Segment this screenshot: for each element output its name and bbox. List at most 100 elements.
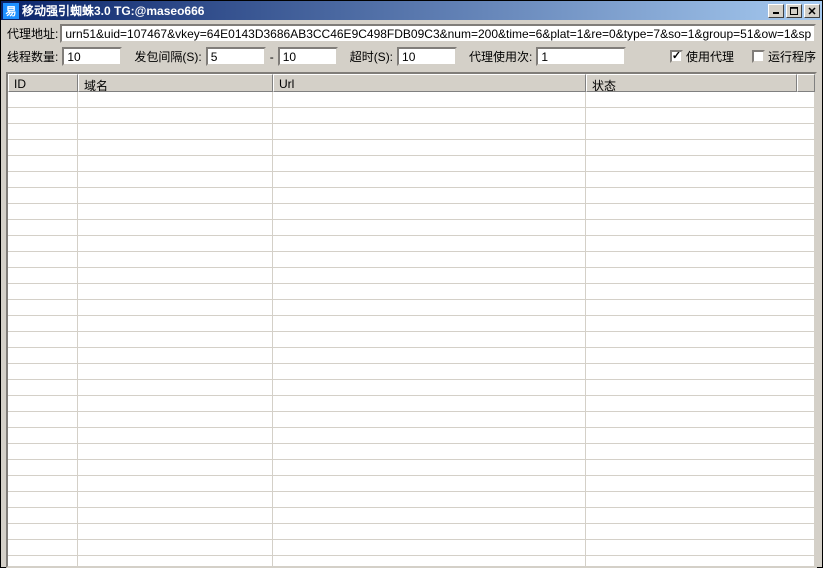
column-id[interactable]: ID	[8, 74, 78, 92]
table-row[interactable]	[8, 316, 815, 332]
cell-url	[273, 300, 586, 315]
cell-status	[586, 524, 815, 539]
table-row[interactable]	[8, 380, 815, 396]
table-row[interactable]	[8, 204, 815, 220]
table-row[interactable]	[8, 332, 815, 348]
table-row[interactable]	[8, 364, 815, 380]
interval-label: 发包间隔(S):	[134, 48, 201, 65]
cell-url	[273, 236, 586, 251]
table-row[interactable]	[8, 220, 815, 236]
timeout-input[interactable]	[397, 47, 457, 66]
proxy-address-input[interactable]	[60, 24, 816, 43]
cell-url	[273, 284, 586, 299]
cell-id	[8, 444, 78, 459]
cell-url	[273, 220, 586, 235]
table-row[interactable]	[8, 252, 815, 268]
interval-max-input[interactable]	[278, 47, 338, 66]
table-body[interactable]	[8, 92, 815, 566]
cell-domain	[78, 396, 273, 411]
cell-status	[586, 124, 815, 139]
cell-url	[273, 524, 586, 539]
table-row[interactable]	[8, 412, 815, 428]
cell-url	[273, 252, 586, 267]
cell-url	[273, 412, 586, 427]
table-row[interactable]	[8, 156, 815, 172]
table-row[interactable]	[8, 108, 815, 124]
cell-status	[586, 108, 815, 123]
table-row[interactable]	[8, 476, 815, 492]
cell-url	[273, 396, 586, 411]
cell-id	[8, 92, 78, 107]
thread-count-input[interactable]	[62, 47, 122, 66]
table-row[interactable]	[8, 188, 815, 204]
cell-domain	[78, 428, 273, 443]
cell-status	[586, 92, 815, 107]
close-button[interactable]	[804, 4, 820, 18]
cell-id	[8, 268, 78, 283]
table-row[interactable]	[8, 172, 815, 188]
table-row[interactable]	[8, 124, 815, 140]
cell-domain	[78, 492, 273, 507]
column-domain[interactable]: 域名	[78, 74, 273, 92]
column-url[interactable]: Url	[273, 74, 586, 92]
column-status[interactable]: 状态	[586, 74, 797, 92]
table-row[interactable]	[8, 540, 815, 556]
table-row[interactable]	[8, 268, 815, 284]
cell-domain	[78, 556, 273, 566]
table-row[interactable]	[8, 396, 815, 412]
table-row[interactable]	[8, 140, 815, 156]
cell-status	[586, 332, 815, 347]
cell-url	[273, 172, 586, 187]
cell-status	[586, 252, 815, 267]
cell-domain	[78, 108, 273, 123]
use-proxy-checkbox[interactable]: ✓	[670, 50, 683, 63]
run-program-label: 运行程序	[768, 48, 816, 65]
table-row[interactable]	[8, 444, 815, 460]
cell-id	[8, 476, 78, 491]
table-row[interactable]	[8, 508, 815, 524]
cell-id	[8, 220, 78, 235]
cell-url	[273, 540, 586, 555]
cell-status	[586, 220, 815, 235]
cell-domain	[78, 220, 273, 235]
cell-url	[273, 268, 586, 283]
cell-domain	[78, 508, 273, 523]
cell-domain	[78, 140, 273, 155]
table-row[interactable]	[8, 460, 815, 476]
table-row[interactable]	[8, 236, 815, 252]
cell-domain	[78, 156, 273, 171]
cell-domain	[78, 412, 273, 427]
table-row[interactable]	[8, 300, 815, 316]
cell-url	[273, 156, 586, 171]
cell-domain	[78, 300, 273, 315]
table-row[interactable]	[8, 524, 815, 540]
maximize-button[interactable]	[786, 4, 802, 18]
cell-domain	[78, 332, 273, 347]
titlebar: 易 移动强引蜘蛛3.0 TG:@maseo666	[1, 1, 822, 20]
cell-id	[8, 188, 78, 203]
cell-status	[586, 156, 815, 171]
cell-status	[586, 140, 815, 155]
cell-status	[586, 396, 815, 411]
table-row[interactable]	[8, 556, 815, 566]
cell-id	[8, 252, 78, 267]
minimize-button[interactable]	[768, 4, 784, 18]
table-row[interactable]	[8, 428, 815, 444]
cell-domain	[78, 348, 273, 363]
table-header: ID 域名 Url 状态	[8, 74, 815, 92]
cell-url	[273, 140, 586, 155]
table-row[interactable]	[8, 492, 815, 508]
proxy-use-times-input[interactable]	[536, 47, 626, 66]
cell-id	[8, 460, 78, 475]
cell-id	[8, 396, 78, 411]
table-row[interactable]	[8, 348, 815, 364]
interval-min-input[interactable]	[206, 47, 266, 66]
cell-domain	[78, 444, 273, 459]
cell-status	[586, 348, 815, 363]
cell-id	[8, 332, 78, 347]
cell-status	[586, 284, 815, 299]
run-program-checkbox[interactable]	[752, 50, 765, 63]
table-row[interactable]	[8, 92, 815, 108]
table-row[interactable]	[8, 284, 815, 300]
cell-status	[586, 492, 815, 507]
